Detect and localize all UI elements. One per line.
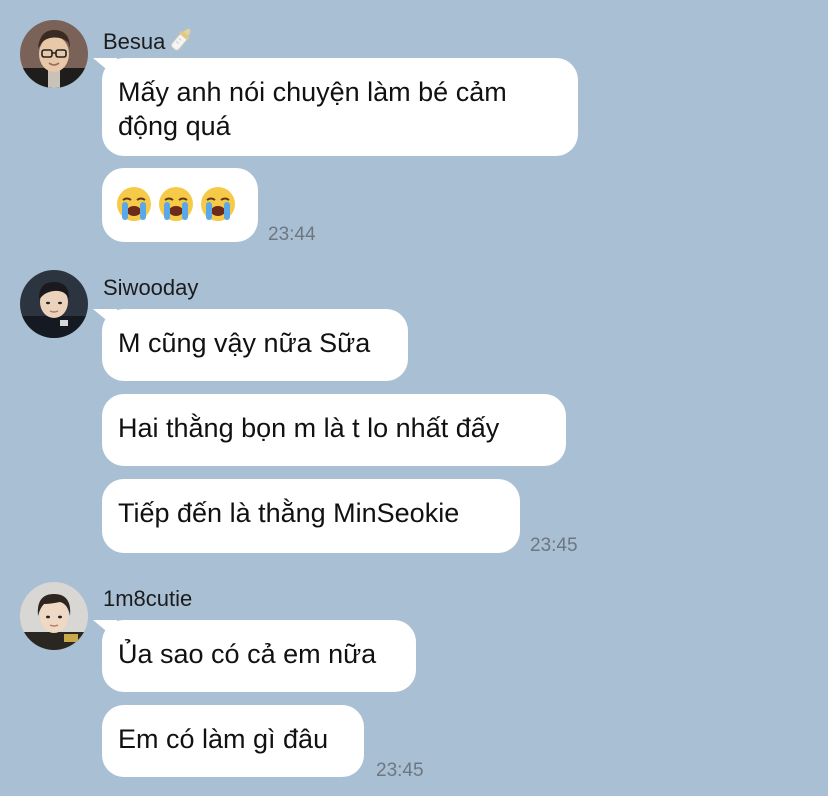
emoji-row: [116, 185, 244, 223]
loudly-crying-face-icon: [116, 186, 152, 222]
avatar-1m8cutie[interactable]: [20, 582, 88, 650]
message-text: Hai thằng bọn m là t lo nhất đấy: [118, 413, 500, 443]
baby-bottle-icon: [167, 25, 195, 53]
message-text: Em có làm gì đâu: [118, 724, 329, 754]
sender-name-text: Besua: [103, 29, 166, 54]
message-bubble-emoji[interactable]: [102, 168, 258, 242]
message-timestamp: 23:45: [376, 760, 424, 781]
message-bubble[interactable]: Hai thằng bọn m là t lo nhất đấy: [102, 394, 566, 466]
sender-name-besua: Besua: [103, 25, 195, 55]
message-timestamp: 23:44: [268, 224, 316, 245]
chat-view: Besua Mấy anh nói chuyện làm bé cảm động…: [0, 0, 828, 796]
message-bubble[interactable]: Em có làm gì đâu: [102, 705, 364, 777]
avatar-siwooday[interactable]: [20, 270, 88, 338]
message-bubble[interactable]: M cũng vậy nữa Sữa: [102, 309, 408, 381]
message-text: M cũng vậy nữa Sữa: [118, 328, 371, 358]
loudly-crying-face-icon: [158, 186, 194, 222]
message-bubble[interactable]: Tiếp đến là thằng MinSeokie: [102, 479, 520, 553]
sender-name-siwooday: Siwooday: [103, 275, 199, 300]
message-text: Ủa sao có cả em nữa: [118, 639, 377, 669]
message-text: Tiếp đến là thằng MinSeokie: [118, 498, 460, 528]
sender-name-1m8cutie: 1m8cutie: [103, 586, 193, 611]
avatar-besua[interactable]: [20, 20, 88, 88]
loudly-crying-face-icon: [200, 186, 236, 222]
message-bubble[interactable]: Mấy anh nói chuyện làm bé cảm động quá: [102, 58, 578, 156]
message-text: Mấy anh nói chuyện làm bé cảm động quá: [118, 77, 507, 141]
message-timestamp: 23:45: [530, 535, 578, 556]
message-bubble[interactable]: Ủa sao có cả em nữa: [102, 620, 416, 692]
